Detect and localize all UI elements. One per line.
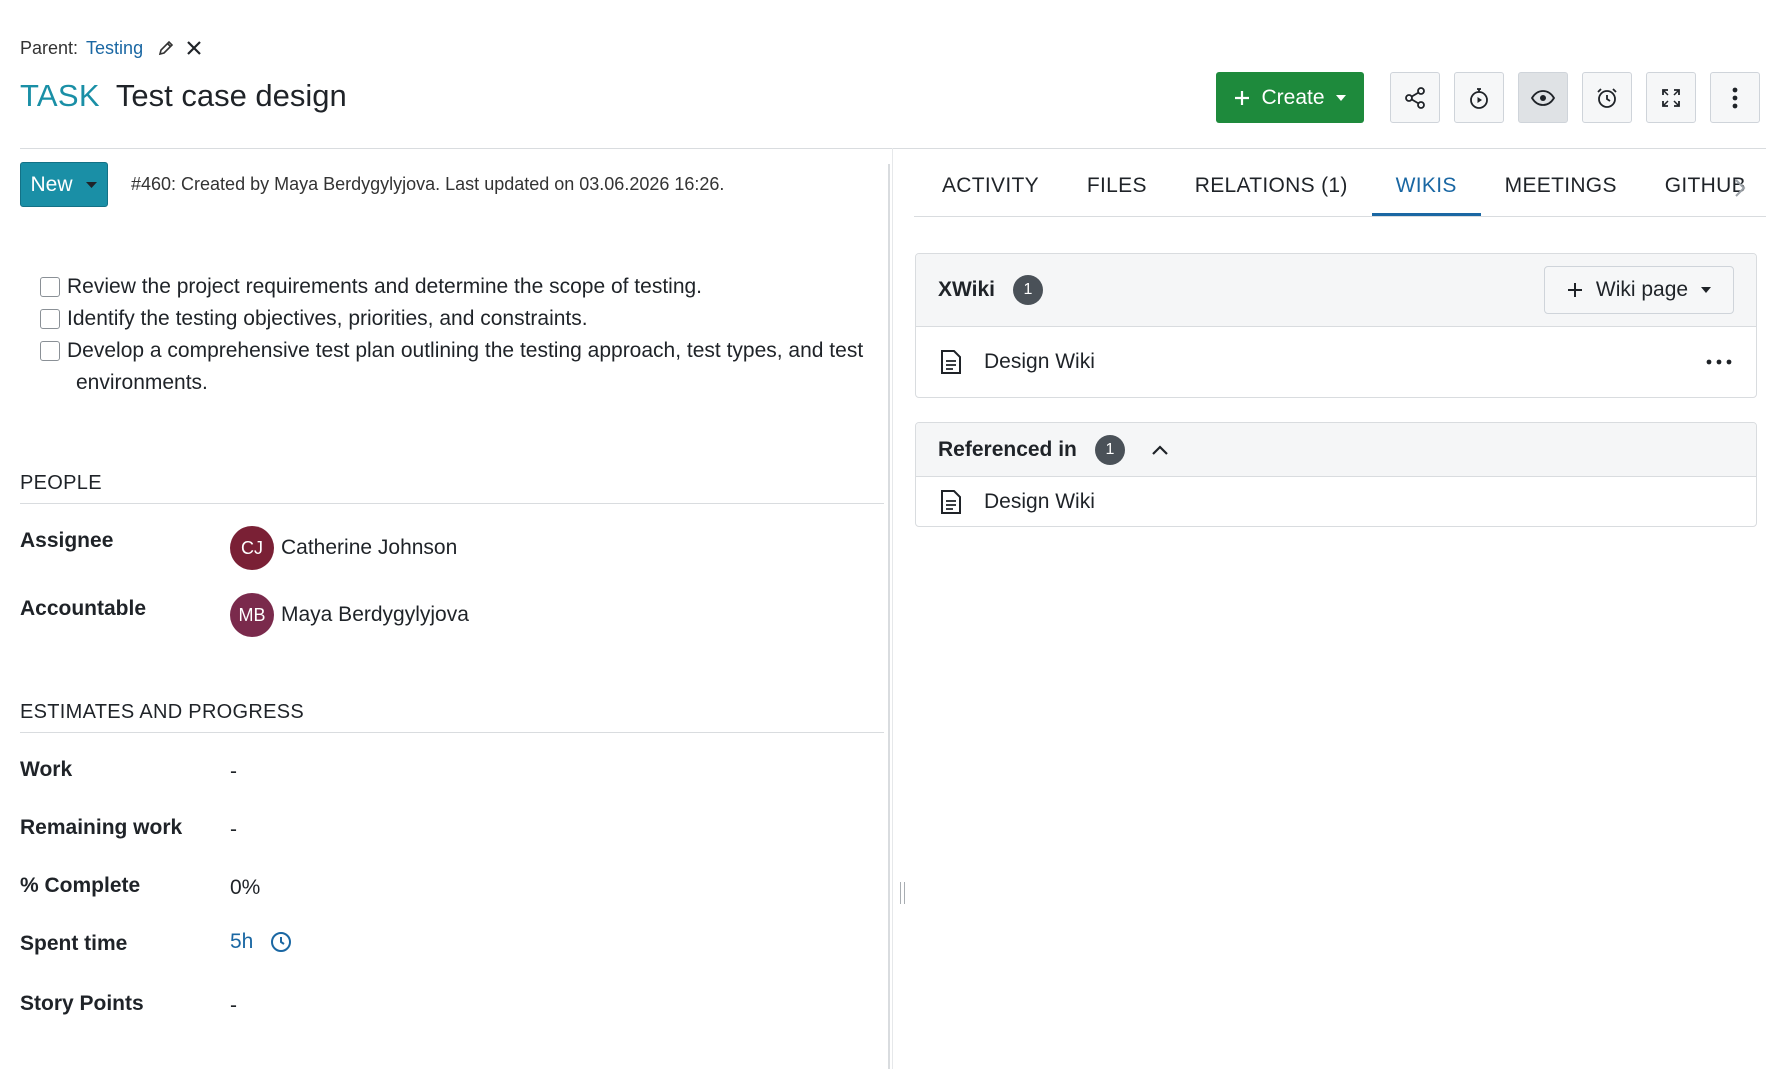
percent-complete-value[interactable]: 0% xyxy=(230,876,260,900)
toolbar: Create xyxy=(1216,72,1760,123)
work-package-subject[interactable]: Test case design xyxy=(116,78,347,114)
accountable-label: Accountable xyxy=(20,597,147,620)
tab-files[interactable]: FILES xyxy=(1063,162,1171,216)
avatar: CJ xyxy=(230,526,274,570)
list-item[interactable]: Design Wiki xyxy=(916,477,1756,526)
fullscreen-button[interactable] xyxy=(1646,72,1696,123)
kebab-menu-icon xyxy=(1732,87,1738,108)
resize-handle[interactable] xyxy=(900,882,905,904)
referenced-in-title: Referenced in xyxy=(938,437,1077,461)
caret-down-icon xyxy=(1701,287,1712,293)
checklist-item-text: Identify the testing objectives, priorit… xyxy=(67,307,588,330)
story-points-label: Story Points xyxy=(20,992,144,1015)
start-timer-button[interactable] xyxy=(1454,72,1504,123)
checklist-checkbox[interactable] xyxy=(40,277,60,297)
status-label: New xyxy=(30,172,73,196)
document-icon xyxy=(940,349,962,375)
tab-meetings[interactable]: MEETINGS xyxy=(1481,162,1641,216)
checklist-item-text-wrap: Develop a comprehensive test plan outlin… xyxy=(67,335,870,399)
column-divider xyxy=(888,164,890,1069)
split-line xyxy=(892,148,893,1069)
people-section-title: PEOPLE xyxy=(20,472,102,494)
checklist-checkbox[interactable] xyxy=(40,309,60,329)
checklist-item: Identify the testing objectives, priorit… xyxy=(40,303,870,335)
checklist-checkbox[interactable] xyxy=(40,341,60,361)
tab-bar: ACTIVITY FILES RELATIONS (1) WIKIS MEETI… xyxy=(918,162,1766,216)
checklist-item-text-cont: environments. xyxy=(76,371,208,394)
share-button[interactable] xyxy=(1390,72,1440,123)
xwiki-card: XWiki 1 Wiki page Design Wiki xyxy=(915,253,1757,398)
checklist-item-text: Review the project requirements and dete… xyxy=(67,275,703,298)
percent-complete-label: % Complete xyxy=(20,874,141,897)
assignee-label: Assignee xyxy=(20,529,114,552)
checklist-item-text: Develop a comprehensive test plan outlin… xyxy=(67,339,864,362)
alarm-clock-icon xyxy=(1597,87,1617,108)
log-time-clock-icon[interactable] xyxy=(269,930,293,954)
add-wiki-page-button[interactable]: Wiki page xyxy=(1544,266,1734,314)
story-points-value[interactable]: - xyxy=(230,994,237,1018)
accountable-name: Maya Berdygylyjova xyxy=(281,603,469,626)
referenced-item-title[interactable]: Design Wiki xyxy=(984,490,1095,514)
spent-time-link[interactable]: 5h xyxy=(230,930,253,954)
list-item[interactable]: Design Wiki xyxy=(916,327,1756,397)
created-meta-text: #460: Created by Maya Berdygylyjova. Las… xyxy=(131,174,725,194)
page-title: TASK Test case design xyxy=(20,78,347,114)
referenced-count-badge: 1 xyxy=(1094,434,1125,465)
estimates-section-rule xyxy=(20,732,884,733)
xwiki-count-badge: 1 xyxy=(1013,275,1043,305)
remaining-work-value[interactable]: - xyxy=(230,818,237,842)
header-divider xyxy=(20,148,1766,149)
tab-relations[interactable]: RELATIONS (1) xyxy=(1171,162,1372,216)
work-label: Work xyxy=(20,758,73,781)
referenced-in-card: Referenced in 1 Design Wiki xyxy=(915,422,1757,527)
remaining-work-label: Remaining work xyxy=(20,816,183,839)
avatar: MB xyxy=(230,593,274,637)
xwiki-title: XWiki xyxy=(938,278,995,301)
description-checklist: Review the project requirements and dete… xyxy=(40,271,870,399)
plus-icon xyxy=(1235,90,1250,105)
chevron-up-icon[interactable] xyxy=(1151,444,1169,456)
parent-label: Parent: xyxy=(20,37,79,58)
stopwatch-icon xyxy=(1470,87,1488,109)
tabs-rule xyxy=(914,216,1766,217)
tab-activity[interactable]: ACTIVITY xyxy=(918,162,1063,216)
watch-button[interactable] xyxy=(1518,72,1568,123)
checklist-item: Review the project requirements and dete… xyxy=(40,271,870,303)
caret-down-icon xyxy=(1335,94,1346,101)
parent-link[interactable]: Testing xyxy=(86,38,143,59)
people-section-rule xyxy=(20,503,884,504)
work-package-type[interactable]: TASK xyxy=(20,78,100,114)
checklist-item: Develop a comprehensive test plan outlin… xyxy=(40,335,870,399)
edit-parent-pencil-icon[interactable] xyxy=(155,37,177,59)
remove-parent-close-icon[interactable] xyxy=(183,37,205,59)
status-button[interactable]: New xyxy=(20,162,108,207)
create-button[interactable]: Create xyxy=(1216,72,1364,123)
add-wiki-page-label: Wiki page xyxy=(1595,278,1689,301)
tabs-scroll-right-chevron-icon[interactable] xyxy=(1728,174,1752,202)
share-icon xyxy=(1405,86,1425,109)
more-options-icon[interactable] xyxy=(1706,359,1732,365)
referenced-in-header[interactable]: Referenced in 1 xyxy=(916,423,1756,477)
reminder-button[interactable] xyxy=(1582,72,1632,123)
assignee-value[interactable]: CJ Catherine Johnson xyxy=(230,526,457,570)
estimates-section-title: ESTIMATES AND PROGRESS xyxy=(20,701,305,723)
tab-wikis[interactable]: WIKIS xyxy=(1371,162,1481,216)
xwiki-card-header: XWiki 1 Wiki page xyxy=(916,254,1756,327)
eye-icon xyxy=(1530,89,1556,106)
parent-row: Parent: Testing xyxy=(20,36,211,60)
document-icon xyxy=(940,489,962,515)
plus-icon xyxy=(1567,283,1582,297)
work-value[interactable]: - xyxy=(230,760,237,784)
assignee-name: Catherine Johnson xyxy=(281,536,458,559)
expand-icon xyxy=(1662,88,1680,107)
wiki-item-title[interactable]: Design Wiki xyxy=(984,350,1095,374)
caret-down-icon xyxy=(85,181,97,188)
accountable-value[interactable]: MB Maya Berdygylyjova xyxy=(230,593,469,637)
more-actions-button[interactable] xyxy=(1710,72,1760,123)
create-button-label: Create xyxy=(1261,85,1325,109)
spent-time-label: Spent time xyxy=(20,932,128,955)
spent-time-value: 5h xyxy=(230,930,293,954)
